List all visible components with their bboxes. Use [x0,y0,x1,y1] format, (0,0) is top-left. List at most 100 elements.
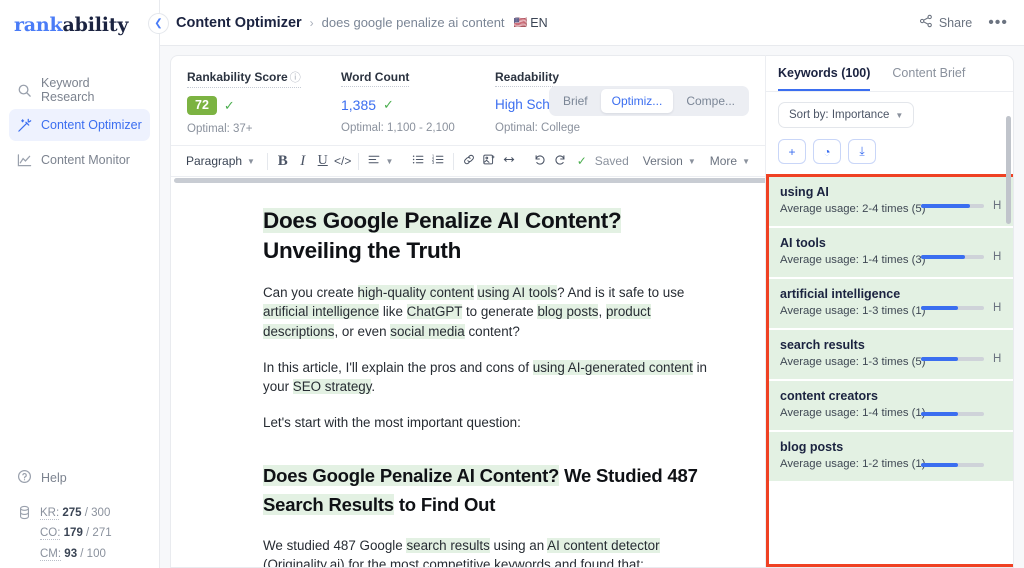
keywords-panel-scrollbar[interactable] [1006,116,1011,224]
svg-text:3: 3 [432,160,435,165]
list-item[interactable]: content creators Average usage: 1-4 time… [769,381,1013,432]
credit-used: 275 [62,506,82,519]
code-button[interactable]: </> [333,150,353,172]
usage-bar [921,255,984,259]
keyword-highlight: blog posts [537,304,599,320]
text-run: We studied 487 Google [263,537,407,553]
breadcrumb-title[interactable]: Content Optimizer [176,15,302,31]
stat-value-row: 72 ✓ [187,95,341,116]
saved-status: ✓ Saved [570,150,636,172]
share-button[interactable]: Share [919,14,972,31]
usage-bar [921,306,984,310]
list-item[interactable]: using AI Average usage: 2-4 times (5) H [769,177,1013,228]
usage-bar-fill [921,463,958,467]
share-icon [919,14,933,31]
help-button[interactable]: Help [0,463,160,493]
tab-content-brief[interactable]: Content Brief [892,56,965,91]
underline-button[interactable]: U [313,150,333,172]
list-item[interactable]: search results Average usage: 1-3 times … [769,330,1013,381]
refresh-keywords-button[interactable]: ◔ [813,139,841,164]
sidebar-item-content-monitor[interactable]: Content Monitor [9,144,150,176]
tab-keywords[interactable]: Keywords (100) [778,56,871,91]
tab-optimizer[interactable]: Optimiz... [600,89,674,113]
numbered-list-button[interactable]: 123 [428,150,448,172]
image-icon [482,153,496,169]
version-label: Version [642,154,683,168]
sort-by-dropdown[interactable]: Sort by: Importance ▼ [778,102,915,128]
link-button[interactable] [459,150,479,172]
breadcrumb-keyword[interactable]: does google penalize ai content [322,15,505,30]
keywords-list[interactable]: using AI Average usage: 2-4 times (5) H … [766,174,1013,567]
document-editor[interactable]: Does Google Penalize AI Content? Unveili… [171,184,765,567]
undo-button[interactable] [530,150,550,172]
list-item[interactable]: artificial intelligence Average usage: 1… [769,279,1013,330]
bullet-list-icon [411,153,425,169]
keyword-highlight: search results [406,537,490,553]
toolbar-divider [266,152,268,170]
text-run: using an [489,537,548,553]
credit-total: / 271 [86,527,112,539]
italic-button[interactable]: I [293,150,313,172]
keyword-meter: H [921,302,1001,314]
keyword-highlight: artificial intelligence [263,304,380,320]
sidebar-collapse-button[interactable]: ❮ [148,13,169,34]
credit-code: CM: [40,547,62,561]
bullet-list-button[interactable] [408,150,428,172]
horizontal-rule-button[interactable] [499,150,519,172]
align-dropdown[interactable]: ▼ [364,150,398,172]
refresh-icon: ◔ [823,144,831,159]
usage-bar [921,204,984,208]
heading-rest: Unveiling the Truth [263,238,462,263]
chevron-left-icon: ❮ [154,17,163,29]
keyword-highlight: Search Results [263,493,394,515]
keyword-name: using AI [780,185,829,199]
more-dropdown[interactable]: More ▼ [703,150,757,172]
chevron-down-icon: ▼ [687,156,696,166]
scrollbar-thumb[interactable] [174,178,765,183]
line-chart-icon [17,153,32,168]
brand-logo[interactable]: rankability [0,0,159,36]
us-flag-icon: 🇺🇸 [513,17,528,29]
score-badge: 72 [187,96,217,115]
sidebar-item-content-optimizer[interactable]: Content Optimizer [9,109,150,141]
more-options-icon[interactable]: ••• [988,14,1008,30]
download-keywords-button[interactable]: ⤓ [848,139,876,164]
credit-used: 93 [64,547,78,560]
editor-horizontal-scrollbar[interactable] [171,177,765,184]
tab-brief[interactable]: Brief [552,89,599,113]
stat-word-count: Word Count 1,385 ✓ Optimal: 1,100 - 2,10… [341,68,495,135]
code-icon: </> [334,154,352,168]
toolbar-divider [357,152,359,170]
keyword-name: search results [780,338,865,352]
sidebar-item-keyword-research[interactable]: Keyword Research [9,74,150,106]
text-run: (Originality.ai) for the most competitiv… [263,557,644,567]
credit-used: 179 [63,527,83,539]
redo-button[interactable] [550,150,570,172]
add-keyword-button[interactable]: + [778,139,806,164]
keyword-grade: H [993,302,1002,314]
image-button[interactable] [479,150,499,172]
paragraph-style-label: Paragraph [186,154,243,168]
credit-total: / 300 [84,506,111,519]
text-run: like [379,304,407,320]
info-icon[interactable]: ⓘ [290,72,301,84]
list-item[interactable]: AI tools Average usage: 1-4 times (3) H [769,228,1013,279]
stat-optimal: Optimal: 1,100 - 2,100 [341,122,455,134]
document-paragraph-4: We studied 487 Google search results usi… [263,536,713,567]
list-item[interactable]: blog posts Average usage: 1-2 times (1) [769,432,1013,483]
paragraph-style-dropdown[interactable]: Paragraph ▼ [179,150,262,172]
link-icon [462,153,476,169]
version-dropdown[interactable]: Version ▼ [636,150,703,172]
usage-bar-fill [921,204,971,208]
keyword-grade: H [993,200,1002,212]
redo-icon [553,153,567,169]
main-area: Content Optimizer › does google penalize… [160,0,1024,568]
bold-button[interactable]: B [273,150,293,172]
keyword-grade: H [993,353,1002,365]
usage-bar-fill [921,255,966,259]
tab-competitors[interactable]: Compe... [675,89,746,113]
stat-label-text: Rankability Score [187,70,288,84]
credit-code: CO: [40,527,61,540]
keyword-highlight: Does Google Penalize AI Content? [263,464,560,486]
brand-logo-part1: rank [14,14,63,36]
